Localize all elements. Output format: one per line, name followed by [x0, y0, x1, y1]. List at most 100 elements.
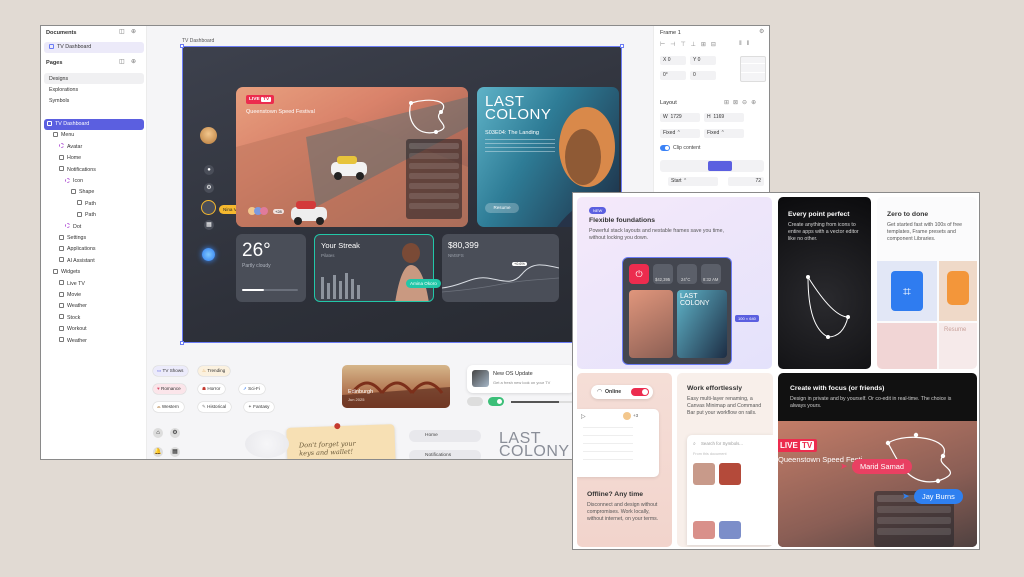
tag-chip[interactable]: ⌓ Western [153, 402, 184, 412]
constraint-widget[interactable] [740, 56, 766, 82]
layer-item[interactable]: Path [77, 210, 96, 220]
stock-widget[interactable]: $80,399 NMSFS +0.6% [442, 234, 559, 302]
component-icon [59, 302, 64, 308]
nav-item-notifications[interactable]: Notifications [409, 450, 481, 459]
height-mode-select[interactable]: Fixed ⌃ [704, 129, 744, 138]
tag-chip[interactable]: ♨ Trending [198, 366, 231, 376]
layer-item[interactable]: Movie [59, 290, 81, 300]
tag-chip[interactable]: ✎ Historical [198, 402, 232, 412]
slider[interactable] [511, 401, 575, 403]
template-app-icon: ⌗ [877, 261, 937, 321]
gap-field[interactable]: 72 [728, 177, 764, 186]
tv-dashboard-frame[interactable]: ● ⚙ ▦ Nina Vega LIVE TV Queenstown Speed… [180, 44, 624, 345]
y-field[interactable]: Y 0 [690, 56, 716, 65]
card1-mini-dashboard: ⏻ $42,395 24°C 8:32 AM LASTCOLONY 100 × … [622, 257, 732, 365]
layer-item[interactable]: Notifications [59, 165, 96, 175]
layer-item[interactable]: Widgets [53, 267, 80, 277]
home-icon[interactable]: ⌂ [153, 428, 163, 438]
add-document-icon[interactable]: ⊕ [131, 28, 136, 35]
frame-label[interactable]: TV Dashboard [182, 38, 214, 44]
page-item-symbols[interactable]: Symbols [49, 96, 69, 106]
distribute-tools[interactable]: ⦀⦀ [739, 41, 754, 48]
sticky-note[interactable]: Don't forget your keys and wallet! [286, 423, 396, 459]
card4-title: Offline? Any time [587, 491, 644, 498]
os-update-card[interactable]: New OS Update Get a fresh new look on yo… [467, 365, 575, 393]
card1-desc: Powerful stack layouts and nestable fram… [589, 228, 724, 241]
layer-label: Stock [67, 314, 81, 321]
layer-item[interactable]: TV Dashboard [47, 119, 89, 129]
vector-editor-card[interactable]: Every point perfect Create anything from… [778, 197, 871, 369]
resize-handle[interactable] [180, 44, 184, 48]
clip-content-toggle[interactable] [660, 145, 670, 151]
layer-item[interactable]: Shape [71, 187, 94, 197]
pages-panel-icon[interactable]: ◫ [119, 58, 125, 65]
layer-item[interactable]: Applications [59, 244, 96, 254]
nav-item-home[interactable]: Home [409, 430, 481, 442]
notification-icon[interactable]: ● [204, 165, 214, 175]
tag-chip[interactable]: ☗ Horror [198, 384, 226, 394]
x-field[interactable]: X 0 [660, 56, 686, 65]
workflow-card[interactable]: Work effortlessly Easy multi-layer renam… [677, 373, 773, 547]
flexible-foundations-card[interactable]: NEW Flexible foundations Powerful stack … [577, 197, 772, 369]
symbol-search-input[interactable]: Search for Symbols... [701, 441, 743, 446]
toggle-off[interactable] [467, 397, 483, 406]
apps-icon[interactable]: ▦ [204, 220, 214, 230]
offline-card[interactable]: ◠ Online ▷ +3 Offline? Any time Disconne… [577, 373, 672, 547]
align-tools[interactable]: ⊢⊣⊤⊥⊞⊟ [660, 41, 721, 48]
online-toggle-pill[interactable]: ◠ Online [591, 385, 653, 399]
selected-nav-icon[interactable] [201, 200, 216, 215]
layer-item[interactable]: Settings [59, 233, 86, 243]
layer-item[interactable]: Menu [53, 130, 74, 140]
settings-icon[interactable]: ⚙ [759, 28, 764, 35]
tag-chip[interactable]: ✦ Fantasy [244, 402, 275, 412]
settings-icon[interactable]: ⚙ [204, 183, 214, 193]
collaboration-card[interactable]: Create with focus (or friends) Design in… [778, 373, 977, 547]
weather-bar [242, 289, 298, 291]
radius-field[interactable]: 0 [690, 71, 716, 80]
layer-item[interactable]: Stock [59, 313, 80, 323]
layer-item[interactable]: Weather [59, 301, 87, 311]
direction-segmented[interactable] [660, 160, 764, 172]
bell-icon[interactable]: 🔔 [153, 447, 163, 457]
layout-tools[interactable]: ⊞⊠⊖⊕ [724, 99, 760, 106]
width-field[interactable]: W 1729 [660, 113, 700, 122]
width-mode-select[interactable]: Fixed ⌃ [660, 129, 700, 138]
grid-icon[interactable]: ▦ [170, 447, 180, 457]
toggle-on[interactable] [488, 397, 504, 406]
page-item-explorations[interactable]: Explorations [49, 85, 78, 95]
weather-widget[interactable]: 26° Partly cloudy [236, 234, 306, 302]
layer-item[interactable]: Weather [59, 336, 87, 346]
resize-handle[interactable] [180, 341, 184, 345]
add-page-icon[interactable]: ⊕ [131, 58, 136, 65]
tag-chip[interactable]: ➚ Sci-Fi [239, 384, 265, 394]
tag-chip[interactable]: ♥ Romance [153, 384, 186, 394]
rotation-field[interactable]: 0° [660, 71, 686, 80]
avatar[interactable] [200, 127, 217, 144]
location-card[interactable]: Edinburgh Jun 2025 [342, 365, 450, 408]
layer-item[interactable]: AI Assistant [59, 256, 95, 266]
resume-button[interactable]: Resume [485, 203, 519, 213]
symbol-thumb [693, 463, 715, 485]
streak-widget[interactable]: Your Streak Pilates [314, 234, 434, 302]
layer-item[interactable]: Path [77, 199, 96, 209]
tag-chip[interactable]: ▭ TV Shows [153, 366, 189, 376]
height-field[interactable]: H 1169 [704, 113, 744, 122]
card2-desc: Create anything from icons to entire app… [788, 222, 859, 242]
settings-icon[interactable]: ⚙ [170, 428, 180, 438]
layer-item[interactable]: Home [59, 153, 81, 163]
layer-item[interactable]: Workout [59, 324, 87, 334]
page-item-designs[interactable]: Designs [49, 74, 68, 84]
layer-item[interactable]: Live TV [59, 279, 85, 289]
templates-card[interactable]: Zero to done Get started fast with 100s … [877, 197, 977, 369]
align-select[interactable]: Start ⌃ [668, 177, 718, 186]
sidebar-panel-icon[interactable]: ◫ [119, 28, 125, 35]
layer-rows [583, 427, 633, 467]
resize-handle[interactable] [620, 44, 624, 48]
online-switch[interactable] [631, 388, 649, 396]
layer-item[interactable]: Avatar [59, 142, 82, 152]
layer-item[interactable]: Icon [65, 176, 83, 186]
ai-assistant-icon[interactable] [202, 248, 215, 261]
live-tv-card[interactable]: LIVE TV Queenstown Speed Festival +28 [236, 87, 468, 227]
layer-item[interactable]: Dot [65, 222, 81, 232]
avatar [623, 412, 631, 420]
